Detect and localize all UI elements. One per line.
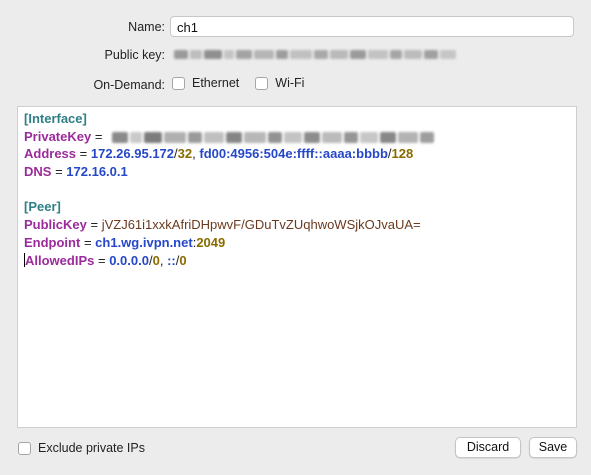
discard-button[interactable]: Discard — [455, 437, 521, 458]
name-label: Name: — [128, 20, 165, 34]
ethernet-checkbox[interactable] — [172, 76, 185, 90]
exclude-private-ips-checkbox[interactable] — [18, 441, 31, 455]
address-ipv4: 172.26.95.172 — [90, 146, 175, 162]
address-ipv4-cidr: 32 — [177, 146, 193, 162]
endpoint-key: Endpoint — [24, 234, 81, 250]
peer-header: [Peer] — [24, 199, 61, 215]
name-input[interactable]: ch1 — [170, 16, 574, 37]
public-key-key: PublicKey — [24, 217, 87, 233]
ondemand-wifi[interactable]: Wi-Fi — [255, 76, 304, 90]
private-key-redacted — [112, 131, 435, 143]
allowed-ip6: :: — [167, 252, 176, 268]
dns-key: DNS — [24, 164, 52, 180]
allowed-ip4-cidr: 0 — [152, 252, 160, 268]
interface-header: [Interface] — [24, 111, 87, 126]
allowed-ip6-cidr: 0 — [179, 252, 187, 268]
endpoint-port: 2049 — [196, 234, 226, 250]
public-key-value: jVZJ61i1xxkAfriDHpwvF/GDuTvZUqhwoWSjkOJv… — [101, 217, 421, 233]
wifi-checkbox[interactable] — [255, 76, 269, 90]
allowed-ip4: 0.0.0.0 — [109, 252, 149, 268]
address-ipv6: fd00:4956:504e:ffff::aaaa:bbbb — [199, 146, 388, 162]
allowed-ips-key: AllowedIPs — [25, 252, 95, 268]
config-editor[interactable]: [Interface] PrivateKey = Address = 172.2… — [17, 106, 577, 428]
endpoint-host: ch1.wg.ivpn.net — [95, 234, 193, 250]
ethernet-label: Ethernet — [192, 76, 240, 90]
public-key-label: Public key: — [104, 48, 165, 62]
address-key: Address — [24, 146, 77, 162]
tunnel-edit-window: Name: ch1 Public key: On-Demand: Etherne… — [0, 0, 591, 475]
dns-value: 172.16.0.1 — [66, 164, 128, 180]
wifi-label: Wi-Fi — [275, 76, 305, 90]
exclude-private-ips[interactable]: Exclude private IPs — [18, 441, 145, 455]
public-key-redacted — [174, 46, 484, 62]
address-ipv6-cidr: 128 — [391, 146, 414, 162]
private-key-key: PrivateKey — [24, 128, 92, 144]
exclude-private-ips-label: Exclude private IPs — [38, 441, 145, 455]
ondemand-label: On-Demand: — [93, 78, 165, 92]
save-button[interactable]: Save — [529, 437, 577, 458]
ondemand-ethernet[interactable]: Ethernet — [172, 76, 239, 90]
ondemand-options: Ethernet Wi-Fi — [172, 76, 320, 90]
